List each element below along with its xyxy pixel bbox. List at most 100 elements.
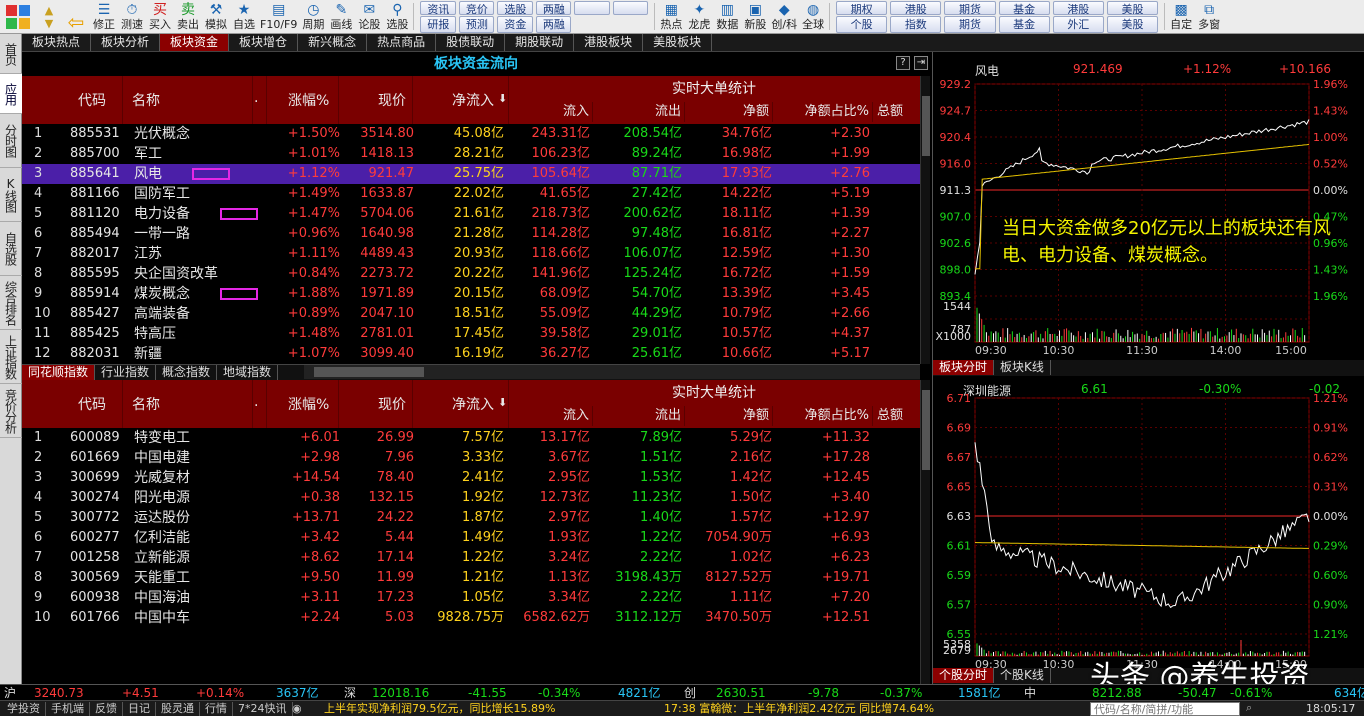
grid-button[interactable]: 美股 [1106,1,1159,15]
toolbar-stock-list-button[interactable]: ☰ 修正 [90,0,118,33]
table-row[interactable]: 8 300569 天能重工 +9.50 11.99 1.21亿 1.13亿 3198.43万 8… [22,568,920,588]
index-subtab[interactable]: 概念指数 [156,365,218,380]
search-icon[interactable]: ⌕ [1246,701,1252,715]
table-row[interactable]: 9 600938 中国海油 +3.11 17.23 1.05亿 3.34亿 2.22亿 1.11… [22,588,920,608]
grid-button[interactable]: 期权 [836,1,888,15]
sidebar-item[interactable]: 综合排名 [0,276,22,330]
toolbar-new-stock-button[interactable]: ▣ 新股 [741,0,769,33]
toolbar-pencil-button[interactable]: ✎ 画线 [327,0,355,33]
bottom-bar-item[interactable]: 反馈 [90,702,123,716]
grid-button[interactable]: 资讯 [420,1,456,15]
sidebar-item[interactable]: 首页 [0,34,22,74]
zz-index[interactable]: 8212.88 [1092,685,1142,701]
toolbar-alarm-button[interactable]: ⏱ 测速 [118,0,146,33]
toolbar-dragon-tiger-button[interactable]: ✦ 龙虎 [685,0,713,33]
cy-index[interactable]: 2630.51 [716,685,766,701]
header-price[interactable]: 现价 [378,394,406,414]
sort-desc-icon[interactable]: ⬇ [498,92,507,105]
sort-desc-icon[interactable]: ⬇ [498,396,507,409]
toolbar-clock-button[interactable]: ◷ 周期 [299,0,327,33]
grid-button[interactable]: 选股 [497,1,533,15]
grid-button[interactable]: 美股 [1106,16,1159,33]
header-inflow[interactable]: 流入 [508,406,592,426]
upper-vertical-scrollbar[interactable] [920,76,930,364]
table-row[interactable]: 12 882031 新疆 +1.07% 3099.40 16.19亿 36.27亿 25.61… [22,344,920,364]
pin-icon[interactable]: ⇥ [914,56,928,70]
grid-button[interactable]: 港股 [890,1,942,15]
table-row[interactable]: 1 600089 特变电工 +6.01 26.99 7.57亿 13.17亿 7.89亿 5.2… [22,428,920,448]
tab-sector[interactable]: 热点商品 [367,34,437,51]
sidebar-item[interactable]: K线图 [0,168,22,222]
header-net[interactable]: 净额 [684,406,772,426]
header-outflow[interactable]: 流出 [592,102,684,122]
grid-button[interactable]: 资金 [497,16,533,33]
lower-vertical-scrollbar[interactable] [920,380,930,684]
search-input[interactable] [1090,702,1240,716]
bottom-bar-item[interactable]: 行情 [200,702,233,716]
grid-button[interactable]: 研报 [420,16,456,33]
nav-down-icon[interactable]: ▼ [45,17,53,30]
toolbar-f10-button[interactable]: ▤ F10/F9 [258,0,299,33]
sz-index[interactable]: 12018.16 [372,685,429,701]
grid-button[interactable]: 基金 [998,1,1050,15]
toolbar-globe-button[interactable]: ◍ 全球 [799,0,827,33]
upper-intraday-chart[interactable]: 929.2 1.96% 924.7 1.43% 920.4 1.00% 916.0 0.52%… [933,52,1364,360]
toolbar-star-market-button[interactable]: ◆ 创/科 [769,0,799,33]
header-inflow[interactable]: 流入 [508,102,592,122]
header-change[interactable]: 涨幅% [288,394,329,414]
tab-sector[interactable]: 新兴概念 [298,34,368,51]
grid-button[interactable]: 期货 [944,16,996,33]
bottom-bar-item[interactable]: 日记 [123,702,156,716]
header-netflow[interactable]: 净流入 [452,90,494,110]
grid-button[interactable]: 指数 [890,16,942,33]
grid-button[interactable] [612,1,649,15]
header-name[interactable]: 名称 [132,394,160,414]
toolbar-buy-button[interactable]: 买买入 [146,0,174,33]
table-row[interactable]: 1 885531 光伏概念 +1.50% 3514.80 45.08亿 243.31亿 208… [22,124,920,144]
toolbar-star-button[interactable]: ★ 自选 [230,0,258,33]
tab-sector[interactable]: 板块资金 [160,34,230,51]
grid-button[interactable]: 两融 [535,16,572,33]
toolbar-forum-button[interactable]: ✉ 论股 [355,0,383,33]
sidebar-item[interactable]: 竞价分析 [0,384,22,438]
grid-button[interactable] [574,1,610,15]
table-row[interactable]: 10 885427 高端装备 +0.89% 2047.10 18.51亿 55.09亿 44.… [22,304,920,324]
chart-tab[interactable]: 板块分时 [933,360,995,375]
table-row[interactable]: 4 300274 阳光电源 +0.38 132.15 1.92亿 12.73亿 11.23亿 1… [22,488,920,508]
header-ratio[interactable]: 净额占比% [772,406,872,426]
header-code[interactable]: 代码 [78,90,106,110]
tab-sector[interactable]: 美股板块 [643,34,713,51]
chart-tab[interactable]: 板块K线 [994,360,1051,375]
header-dot[interactable]: . [254,90,258,106]
index-subtab[interactable]: 地域指数 [217,365,279,380]
nav-up-icon[interactable]: ▲ [45,4,53,17]
sidebar-item[interactable]: 上证指数 [0,330,22,384]
lower-intraday-chart[interactable]: 6.71 1.21% 6.69 0.91% 6.67 0.62% 6.65 0.31% 6.63… [933,376,1364,668]
header-ratio[interactable]: 净额占比% [772,102,872,122]
toolbar-data-button[interactable]: ▥ 数据 [713,0,741,33]
table-row[interactable]: 6 885494 一带一路 +0.96% 1640.98 21.28亿 114.28亿 97.… [22,224,920,244]
header-change[interactable]: 涨幅% [288,90,329,110]
grid-button[interactable]: 竞价 [458,1,495,15]
grid-button[interactable]: 个股 [836,16,888,33]
table-row[interactable]: 9 885914 煤炭概念 +1.88% 1971.89 20.15亿 68.09亿 54.7… [22,284,920,304]
chart-tab[interactable]: 个股分时 [933,668,995,683]
index-subtab[interactable]: 行业指数 [95,365,157,380]
speaker-icon[interactable]: ◉ [292,702,302,715]
help-button[interactable]: ? [896,56,910,70]
toolbar-custom-button[interactable]: ▩ 自定 [1167,0,1195,33]
sh-index[interactable]: 3240.73 [34,685,84,701]
header-net[interactable]: 净额 [684,102,772,122]
header-code[interactable]: 代码 [78,394,106,414]
back-button[interactable]: ⇦ [62,0,90,33]
header-dot[interactable]: . [254,394,258,410]
header-price[interactable]: 现价 [378,90,406,110]
bottom-bar-item[interactable]: 学投资 [2,702,46,716]
header-total[interactable]: 总额 [872,406,920,426]
tab-sector[interactable]: 板块热点 [22,34,92,51]
grid-button[interactable]: 基金 [998,16,1050,33]
grid-button[interactable]: 港股 [1052,1,1104,15]
toolbar-multi-window-button[interactable]: ⧉ 多窗 [1195,0,1223,33]
news-ticker-1[interactable]: 上半年实现净利润79.5亿元，同比增长15.89% [324,701,555,716]
tab-sector[interactable]: 港股板块 [574,34,644,51]
